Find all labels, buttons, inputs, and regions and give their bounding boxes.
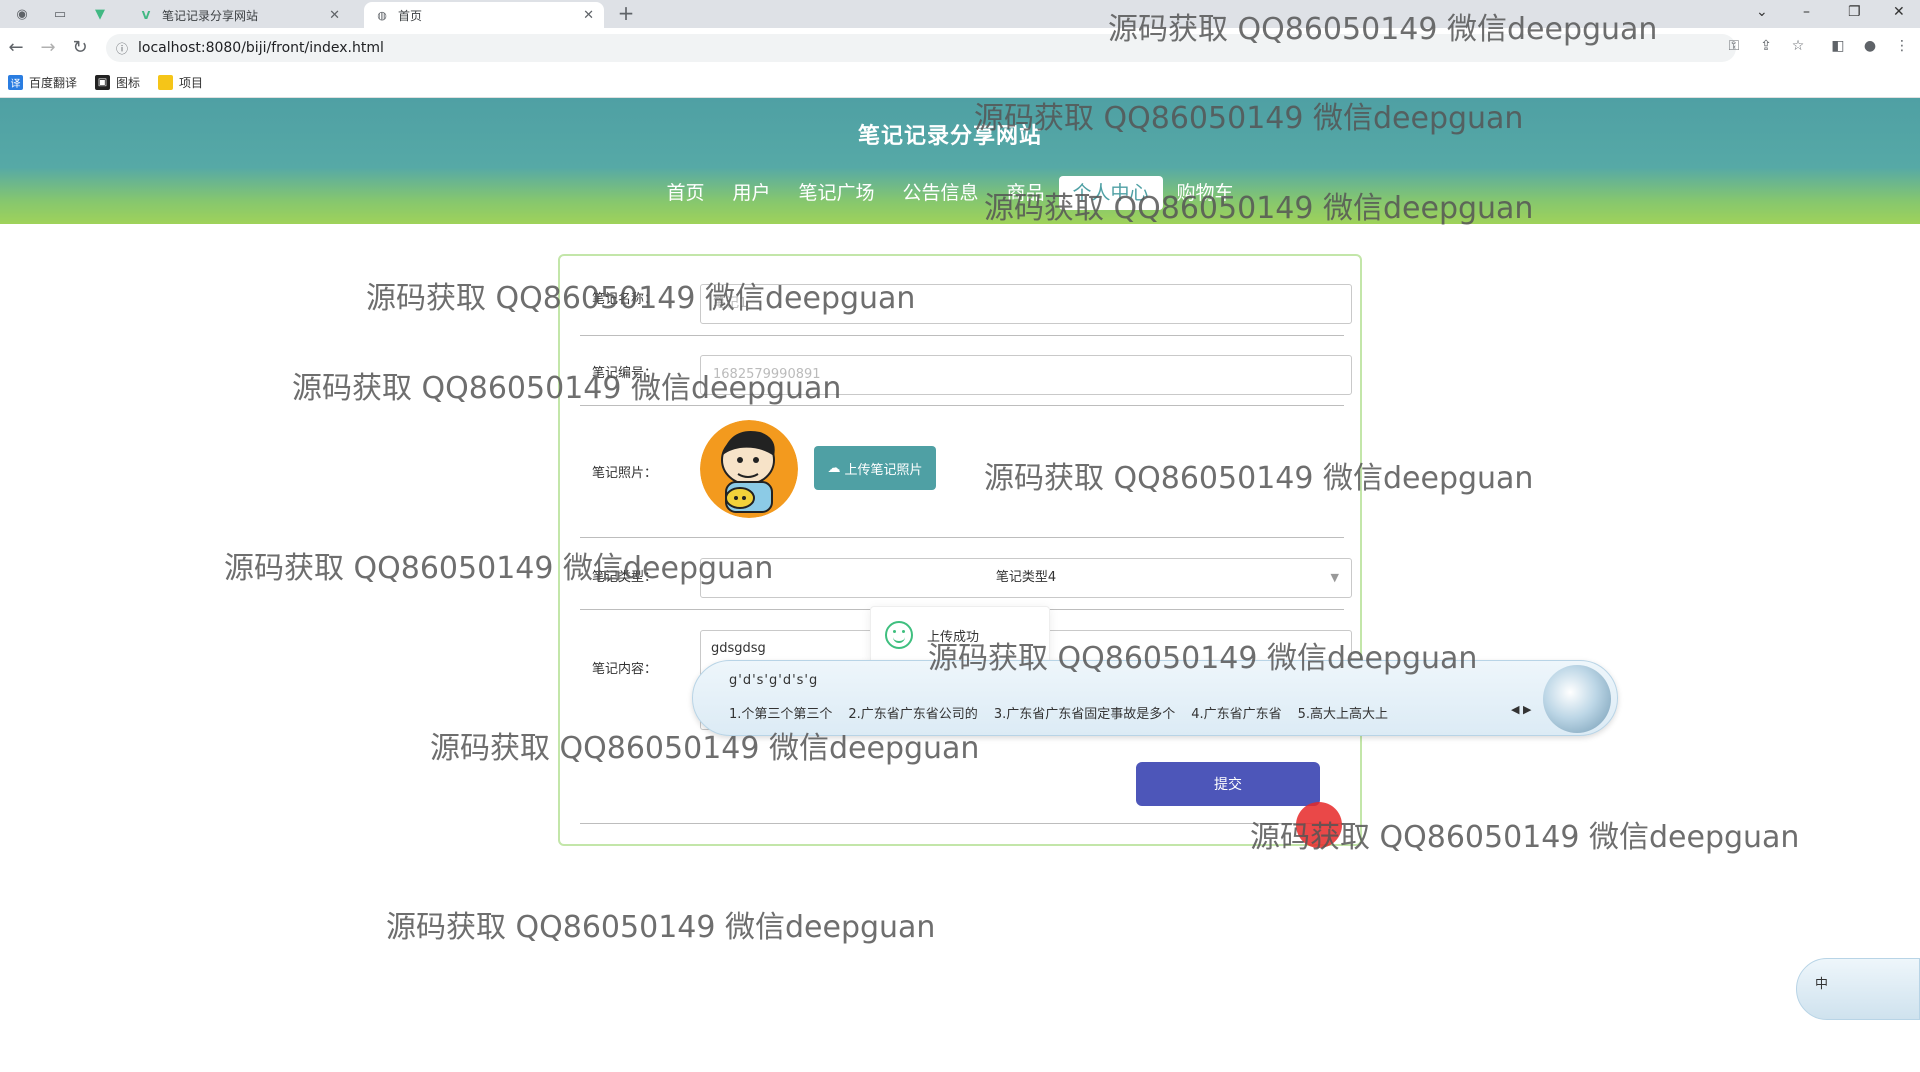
number-label: 笔记编号： <box>592 366 658 381</box>
content-label: 笔记内容： <box>592 662 658 677</box>
profile-icon[interactable]: ● <box>1860 38 1880 54</box>
ime-candidates: 1.个第三个第三个 2.广东省广东省公司的 3.广东省广东省固定事故是多个 4.… <box>729 703 1388 722</box>
note-number-input[interactable]: 1682579990891 <box>700 355 1352 395</box>
upload-success-toast: 上传成功 <box>870 606 1050 664</box>
upload-photo-button[interactable]: ☁ 上传笔记照片 <box>814 446 936 490</box>
nav-goods[interactable]: 商品 <box>993 176 1059 210</box>
site-header: 笔记记录分享网站 首页 用户 笔记广场 公告信息 商品 个人中心 购物车 <box>0 98 1920 224</box>
ime-candidate[interactable]: 3.广东省广东省固定事故是多个 <box>994 703 1175 722</box>
info-icon[interactable]: ⓘ <box>116 40 128 57</box>
tab-notes-site[interactable]: V 笔记记录分享网站 ✕ <box>128 2 350 28</box>
close-icon[interactable]: ✕ <box>329 8 340 23</box>
bookmark-project[interactable]: 项目 <box>158 74 203 91</box>
form-row-number: 笔记编号： 1682579990891 <box>580 336 1352 406</box>
share-icon[interactable]: ⇪ <box>1756 38 1776 54</box>
nav-home[interactable]: 首页 <box>652 176 718 210</box>
note-type-select[interactable]: 笔记类型4 ▼ <box>700 558 1352 598</box>
ime-candidate[interactable]: 5.高大上高大上 <box>1298 703 1388 722</box>
nav-personal-center[interactable]: 个人中心 <box>1058 176 1163 210</box>
note-name-input[interactable]: 笔记1 <box>700 284 1352 324</box>
star-icon[interactable]: ☆ <box>1788 38 1808 54</box>
name-label: 笔记名称： <box>592 292 658 307</box>
note-form-panel: 笔记名称： 笔记1 笔记编号： 1682579990891 笔记照片： ☁ 上传… <box>558 254 1362 846</box>
bookmarks-bar: 译 百度翻译 ▣ 图标 项目 <box>0 68 1920 98</box>
ime-candidate-window: g'd's'g'd's'g 1.个第三个第三个 2.广东省广东省公司的 3.广东… <box>692 660 1618 736</box>
minimize-icon[interactable]: – <box>1803 4 1810 20</box>
new-tab-button[interactable]: + <box>614 2 638 26</box>
url-input[interactable]: ⓘ localhost:8080/biji/front/index.html <box>106 34 1736 62</box>
site-nav: 首页 用户 笔记广场 公告信息 商品 个人中心 购物车 <box>0 176 1900 210</box>
type-label: 笔记类型： <box>592 570 658 585</box>
ime-candidate[interactable]: 2.广东省广东省公司的 <box>848 703 977 722</box>
restore-icon[interactable]: ❐ <box>1848 4 1861 20</box>
more-menu-icon[interactable]: ⋮ <box>1892 38 1912 54</box>
cloud-upload-icon: ☁ <box>827 460 841 476</box>
address-bar-row: ← → ↻ ⓘ localhost:8080/biji/front/index.… <box>0 28 1920 68</box>
smile-icon <box>885 621 913 649</box>
ime-candidate[interactable]: 4.广东省广东省 <box>1191 703 1281 722</box>
ime-composition: g'd's'g'd's'g <box>729 673 819 688</box>
browser-menu-icon[interactable]: ◉ <box>12 4 32 24</box>
bookmark-icons[interactable]: ▣ 图标 <box>95 74 140 91</box>
image-icon: ▣ <box>95 75 111 90</box>
folder-icon <box>158 75 174 90</box>
nav-note-square[interactable]: 笔记广场 <box>784 176 888 210</box>
nav-users[interactable]: 用户 <box>718 176 784 210</box>
chevron-down-icon: ▼ <box>1330 571 1339 584</box>
reload-icon[interactable]: ↻ <box>68 36 92 60</box>
translate-icon: 译 <box>8 75 23 90</box>
nav-cart[interactable]: 购物车 <box>1163 176 1248 210</box>
back-icon[interactable]: ← <box>4 36 28 60</box>
vue-icon[interactable]: ▼ <box>90 4 110 24</box>
vue-favicon-icon: V <box>141 8 151 22</box>
tab-search-icon[interactable]: ⌄ <box>1756 4 1768 20</box>
mouse-click-indicator-icon <box>1296 802 1342 848</box>
window-close-icon[interactable]: ✕ <box>1893 4 1905 20</box>
ime-candidate[interactable]: 1.个第三个第三个 <box>729 703 832 722</box>
browser-tabbar: ◉ ▭ ▼ V 笔记记录分享网站 ✕ ◍ 首页 ✕ + ⌄ – ❐ ✕ <box>0 0 1920 28</box>
key-icon[interactable]: ⚿ <box>1724 38 1744 54</box>
ime-status-bar[interactable]: 中 <box>1796 958 1920 1020</box>
nav-announcements[interactable]: 公告信息 <box>888 176 992 210</box>
form-row-name: 笔记名称： 笔记1 <box>580 256 1352 336</box>
form-row-type: 笔记类型： 笔记类型4 ▼ <box>580 538 1352 610</box>
blank-tab-icon[interactable]: ▭ <box>50 4 70 24</box>
watermark: 源码获取 QQ86050149 微信deepguan <box>386 910 936 945</box>
ime-page-arrows-icon[interactable]: ◀ ▶ <box>1511 703 1531 716</box>
bookmark-baidu-translate[interactable]: 译 百度翻译 <box>8 74 77 91</box>
form-row-photo: 笔记照片： ☁ 上传笔记照片 <box>580 406 1344 538</box>
globe-icon: ◍ <box>377 8 387 22</box>
side-panel-icon[interactable]: ◧ <box>1828 38 1848 54</box>
ime-skin-decoration-icon <box>1543 665 1611 733</box>
submit-button[interactable]: 提交 <box>1136 762 1320 806</box>
tab-home[interactable]: ◍ 首页 ✕ <box>364 2 604 28</box>
close-icon[interactable]: ✕ <box>583 8 594 23</box>
site-title: 笔记记录分享网站 <box>857 124 1042 149</box>
note-photo-preview <box>700 420 798 518</box>
forward-icon[interactable]: → <box>36 36 60 60</box>
photo-label: 笔记照片： <box>592 466 658 481</box>
